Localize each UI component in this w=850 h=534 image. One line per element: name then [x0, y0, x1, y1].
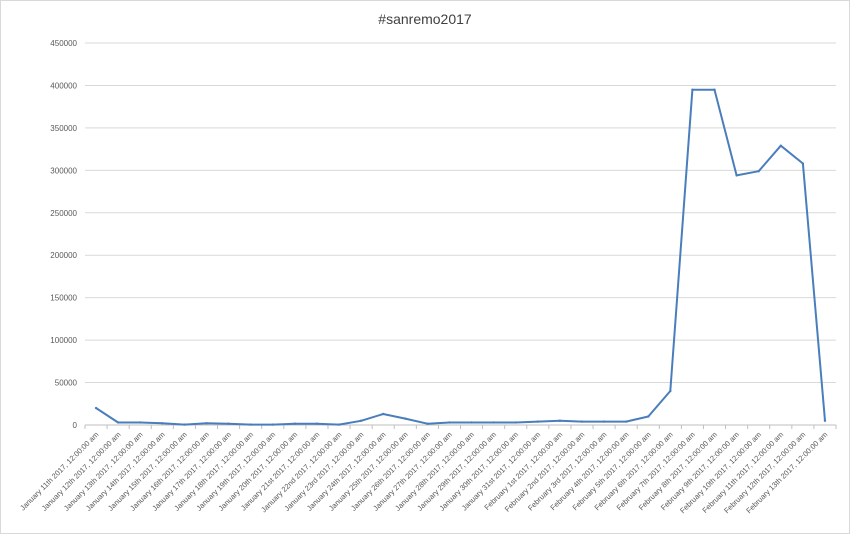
data-point — [669, 389, 672, 393]
data-point — [536, 420, 540, 423]
data-point — [492, 421, 495, 424]
data-point — [801, 162, 805, 165]
y-tick-label: 400000 — [50, 81, 77, 90]
y-tick-label: 300000 — [50, 166, 77, 175]
data-point — [448, 421, 451, 424]
y-tick-label: 450000 — [50, 39, 77, 48]
data-point — [735, 174, 738, 177]
y-tick-label: 50000 — [55, 379, 78, 388]
data-point — [757, 169, 760, 173]
data-point — [713, 88, 716, 91]
y-tick-label: 100000 — [50, 336, 77, 345]
data-point — [779, 144, 782, 147]
data-point — [602, 420, 606, 423]
data-point — [691, 88, 694, 91]
data-point — [205, 422, 208, 425]
data-point — [514, 421, 517, 424]
y-tick-label: 200000 — [50, 251, 77, 260]
data-point — [293, 422, 297, 425]
y-tick-label: 150000 — [50, 294, 77, 303]
data-point — [404, 417, 407, 420]
y-tick-label: 0 — [73, 421, 78, 430]
data-point — [161, 422, 164, 425]
data-point — [624, 420, 628, 423]
data-point — [823, 419, 827, 422]
y-tick-label: 250000 — [50, 209, 77, 218]
data-point — [580, 420, 584, 423]
data-point — [94, 406, 98, 410]
series-line — [95, 88, 826, 426]
data-point — [426, 422, 429, 425]
chart-frame: #sanremo2017 0 50000 100000 150000 200000 250… — [0, 0, 850, 534]
y-tick-label: 350000 — [50, 124, 77, 133]
x-tick-label: January 11th 2017, 12:00:00 am — [18, 430, 100, 512]
data-point — [558, 419, 562, 422]
data-point — [227, 422, 230, 425]
data-point — [271, 423, 274, 426]
data-point — [470, 421, 473, 424]
data-point — [647, 415, 650, 418]
data-point — [139, 421, 142, 424]
data-point — [183, 423, 186, 426]
data-point — [337, 423, 341, 426]
data-point — [116, 421, 120, 424]
data-point — [315, 422, 319, 425]
data-point — [381, 412, 385, 416]
data-point — [249, 423, 252, 426]
line-chart: 0 50000 100000 150000 200000 250000 300000 3500… — [18, 39, 837, 515]
data-point — [359, 419, 363, 422]
